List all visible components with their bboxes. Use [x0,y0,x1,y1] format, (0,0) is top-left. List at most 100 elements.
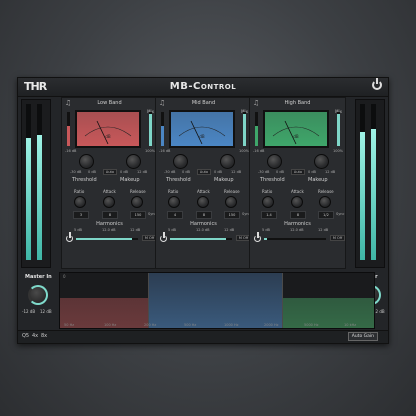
threshold-knob[interactable] [173,154,188,169]
mix-slider[interactable] [337,112,340,146]
makeup-min: 0 dB [308,170,316,174]
harmonics-slider[interactable] [264,238,326,240]
harmonics-slider[interactable] [170,238,232,240]
vu-needle [284,120,297,145]
band-panel-low-band: ♫ Low Band Mix dB -16 dB 100% -30 dB 0 d… [61,97,158,269]
threshold-knob[interactable] [79,154,94,169]
makeup-label: Makeup [308,177,328,183]
attack-value[interactable]: 8 [196,211,212,219]
m-off-button[interactable]: M Off [330,235,345,241]
sync-toggle[interactable]: Sync [336,212,344,216]
ratio-label: Ratio [74,189,85,194]
threshold-max: 0 dB [182,170,190,174]
freq-tick-label: 5000 Hz [304,323,319,327]
auto-makeup-button[interactable]: Auto [103,169,117,175]
input-meter-left [26,104,31,260]
harmonics-max: 12 dB [318,228,329,232]
threshold-label: Threshold [166,177,191,183]
low-band-region[interactable] [60,273,148,328]
ratio-knob[interactable] [168,196,180,208]
attack-knob[interactable] [103,196,115,208]
master-in-label: Master In [25,274,52,280]
master-in-knob[interactable] [28,285,48,305]
band-panel-mid-band: ♫ Mid Band Mix dB -16 dB 100% -30 dB 0 d… [155,97,252,269]
release-knob[interactable] [131,196,143,208]
spectrum-display[interactable]: 0 50 Hz 100 Hz 200 Hz 500 Hz 1000 Hz 2000 Hz 5… [59,272,375,329]
freq-tick-label: 10 kHz [344,323,357,327]
vu-needle [190,120,203,145]
meter-scale-bottom: -16 dB [65,149,77,153]
harmonics-min: 5 dB [168,228,176,232]
mix-scale-top: 100% [332,149,343,153]
release-knob[interactable] [319,196,331,208]
harmonics-power-icon[interactable] [66,232,73,242]
release-label: Release [224,189,240,194]
quality-option-4x[interactable]: 4x [32,333,38,339]
mix-slider[interactable] [243,112,246,146]
release-value[interactable]: 1/2 [318,211,334,219]
threshold-knob[interactable] [267,154,282,169]
harmonics-label: Harmonics [190,221,217,227]
freq-tick-label: 100 Hz [104,323,117,327]
threshold-label: Threshold [72,177,97,183]
makeup-label: Makeup [120,177,140,183]
harmonics-slider[interactable] [76,238,138,240]
quality-option-q5[interactable]: Q5 [22,333,29,339]
harmonics-max: 12 dB [130,228,141,232]
harmonics-label: Harmonics [96,221,123,227]
attack-knob[interactable] [291,196,303,208]
release-value[interactable]: 150 [224,211,240,219]
band-panel-high-band: ♫ High Band Mix dB -16 dB 100% -30 dB 0 … [249,97,346,269]
release-knob[interactable] [225,196,237,208]
attack-knob[interactable] [197,196,209,208]
auto-gain-button[interactable]: Auto Gain [347,332,378,341]
ratio-value[interactable]: 4 [167,211,183,219]
power-icon[interactable] [372,78,382,90]
vu-needle [96,120,109,145]
makeup-knob[interactable] [314,154,329,169]
ratio-knob[interactable] [74,196,86,208]
threshold-max: 0 dB [88,170,96,174]
makeup-max: 12 dB [231,170,242,174]
crossover-low-mid[interactable] [148,273,149,328]
graph-zero-label: 0 [63,274,66,279]
high-band-region[interactable] [282,273,374,328]
attack-value[interactable]: 8 [290,211,306,219]
ratio-value[interactable]: 3 [73,211,89,219]
crossover-mid-high[interactable] [282,273,283,328]
harmonics-label: Harmonics [284,221,311,227]
makeup-knob[interactable] [220,154,235,169]
makeup-max: 12 dB [325,170,336,174]
output-meter-right [371,104,376,260]
plugin-window: THR MB-Control ♫ Low Band Mix dB -16 dB … [17,77,389,344]
gain-reduction-meter [255,112,258,146]
vu-meter: dB [75,110,141,148]
ratio-knob[interactable] [262,196,274,208]
freq-tick-label: 1000 Hz [224,323,239,327]
quality-option-8x[interactable]: 8x [41,333,47,339]
auto-makeup-button[interactable]: Auto [197,169,211,175]
harmonics-min: 5 dB [262,228,270,232]
makeup-knob[interactable] [126,154,141,169]
vu-db-label: dB [199,134,205,139]
mid-band-region[interactable] [148,273,282,328]
harmonics-power-icon[interactable] [254,232,261,242]
threshold-min: -30 dB [70,170,82,174]
harmonics-max: 12 dB [224,228,235,232]
vu-db-label: dB [105,134,111,139]
makeup-min: 0 dB [214,170,222,174]
attack-value[interactable]: 8 [102,211,118,219]
auto-makeup-button[interactable]: Auto [291,169,305,175]
mix-scale-top: 100% [238,149,249,153]
harmonics-power-icon[interactable] [160,232,167,242]
freq-tick-label: 2000 Hz [264,323,279,327]
harmonics-value: 12.0 dB [290,228,304,232]
vu-meter: dB [263,110,329,148]
threshold-label: Threshold [260,177,285,183]
ratio-value[interactable]: 1.4 [261,211,277,219]
freq-tick-label: 50 Hz [64,323,75,327]
master-in-max: 12 dB [40,309,52,314]
mix-slider[interactable] [149,112,152,146]
release-value[interactable]: 150 [130,211,146,219]
harmonics-value: 12.0 dB [196,228,210,232]
